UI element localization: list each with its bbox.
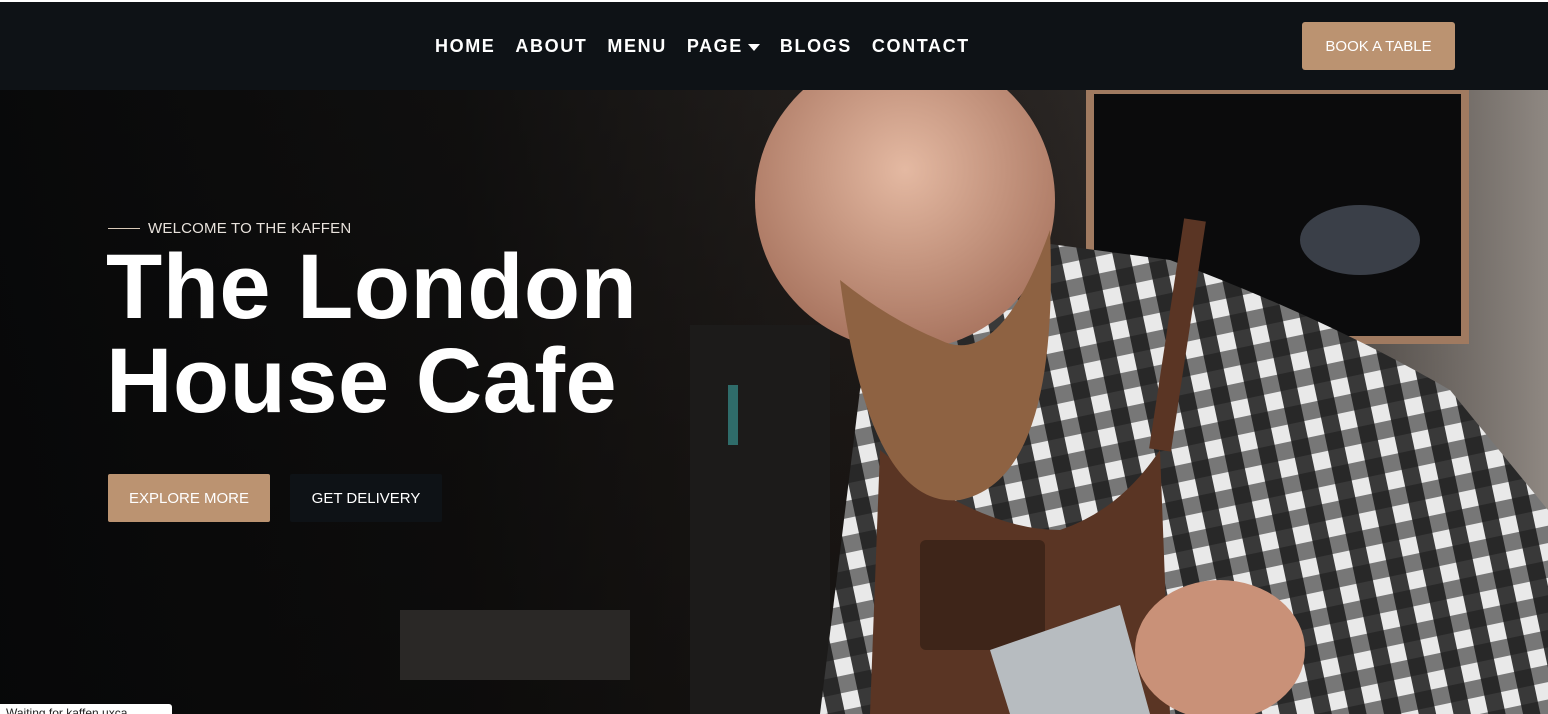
basket bbox=[1300, 205, 1420, 275]
nav-home[interactable]: HOME bbox=[435, 36, 495, 57]
nav-menu[interactable]: MENU bbox=[607, 36, 666, 57]
hand bbox=[1135, 580, 1305, 714]
get-delivery-button[interactable]: GET DELIVERY bbox=[290, 474, 442, 522]
main-nav: HOME ABOUT MENU PAGE BLOGS CONTACT bbox=[435, 36, 990, 57]
eyebrow-text: WELCOME TO THE KAFFEN bbox=[148, 220, 352, 237]
espresso-machine bbox=[690, 325, 830, 714]
nav-page-label: PAGE bbox=[686, 36, 743, 56]
hero-section: WELCOME TO THE KAFFEN The London House C… bbox=[0, 90, 1548, 714]
machine-light bbox=[728, 385, 738, 445]
navbar: HOME ABOUT MENU PAGE BLOGS CONTACT BOOK … bbox=[0, 2, 1548, 90]
nav-contact[interactable]: CONTACT bbox=[872, 36, 970, 57]
chevron-down-icon bbox=[747, 43, 760, 51]
hero-title: The London House Cafe bbox=[106, 240, 637, 428]
apron-pocket bbox=[920, 540, 1045, 650]
explore-more-button[interactable]: EXPLORE MORE bbox=[108, 474, 270, 522]
book-a-table-button[interactable]: BOOK A TABLE bbox=[1302, 22, 1455, 70]
nav-about[interactable]: ABOUT bbox=[515, 36, 587, 57]
hero-title-line-1: The London bbox=[106, 236, 638, 338]
hero-eyebrow: WELCOME TO THE KAFFEN bbox=[108, 220, 351, 237]
counter-scale bbox=[400, 610, 630, 680]
browser-status-bar: Waiting for kaffen.uxca... bbox=[0, 704, 172, 714]
hero-title-line-2: House Cafe bbox=[106, 330, 618, 432]
nav-page[interactable]: PAGE bbox=[687, 36, 760, 57]
eyebrow-divider bbox=[108, 228, 140, 229]
nav-blogs[interactable]: BLOGS bbox=[780, 36, 852, 57]
